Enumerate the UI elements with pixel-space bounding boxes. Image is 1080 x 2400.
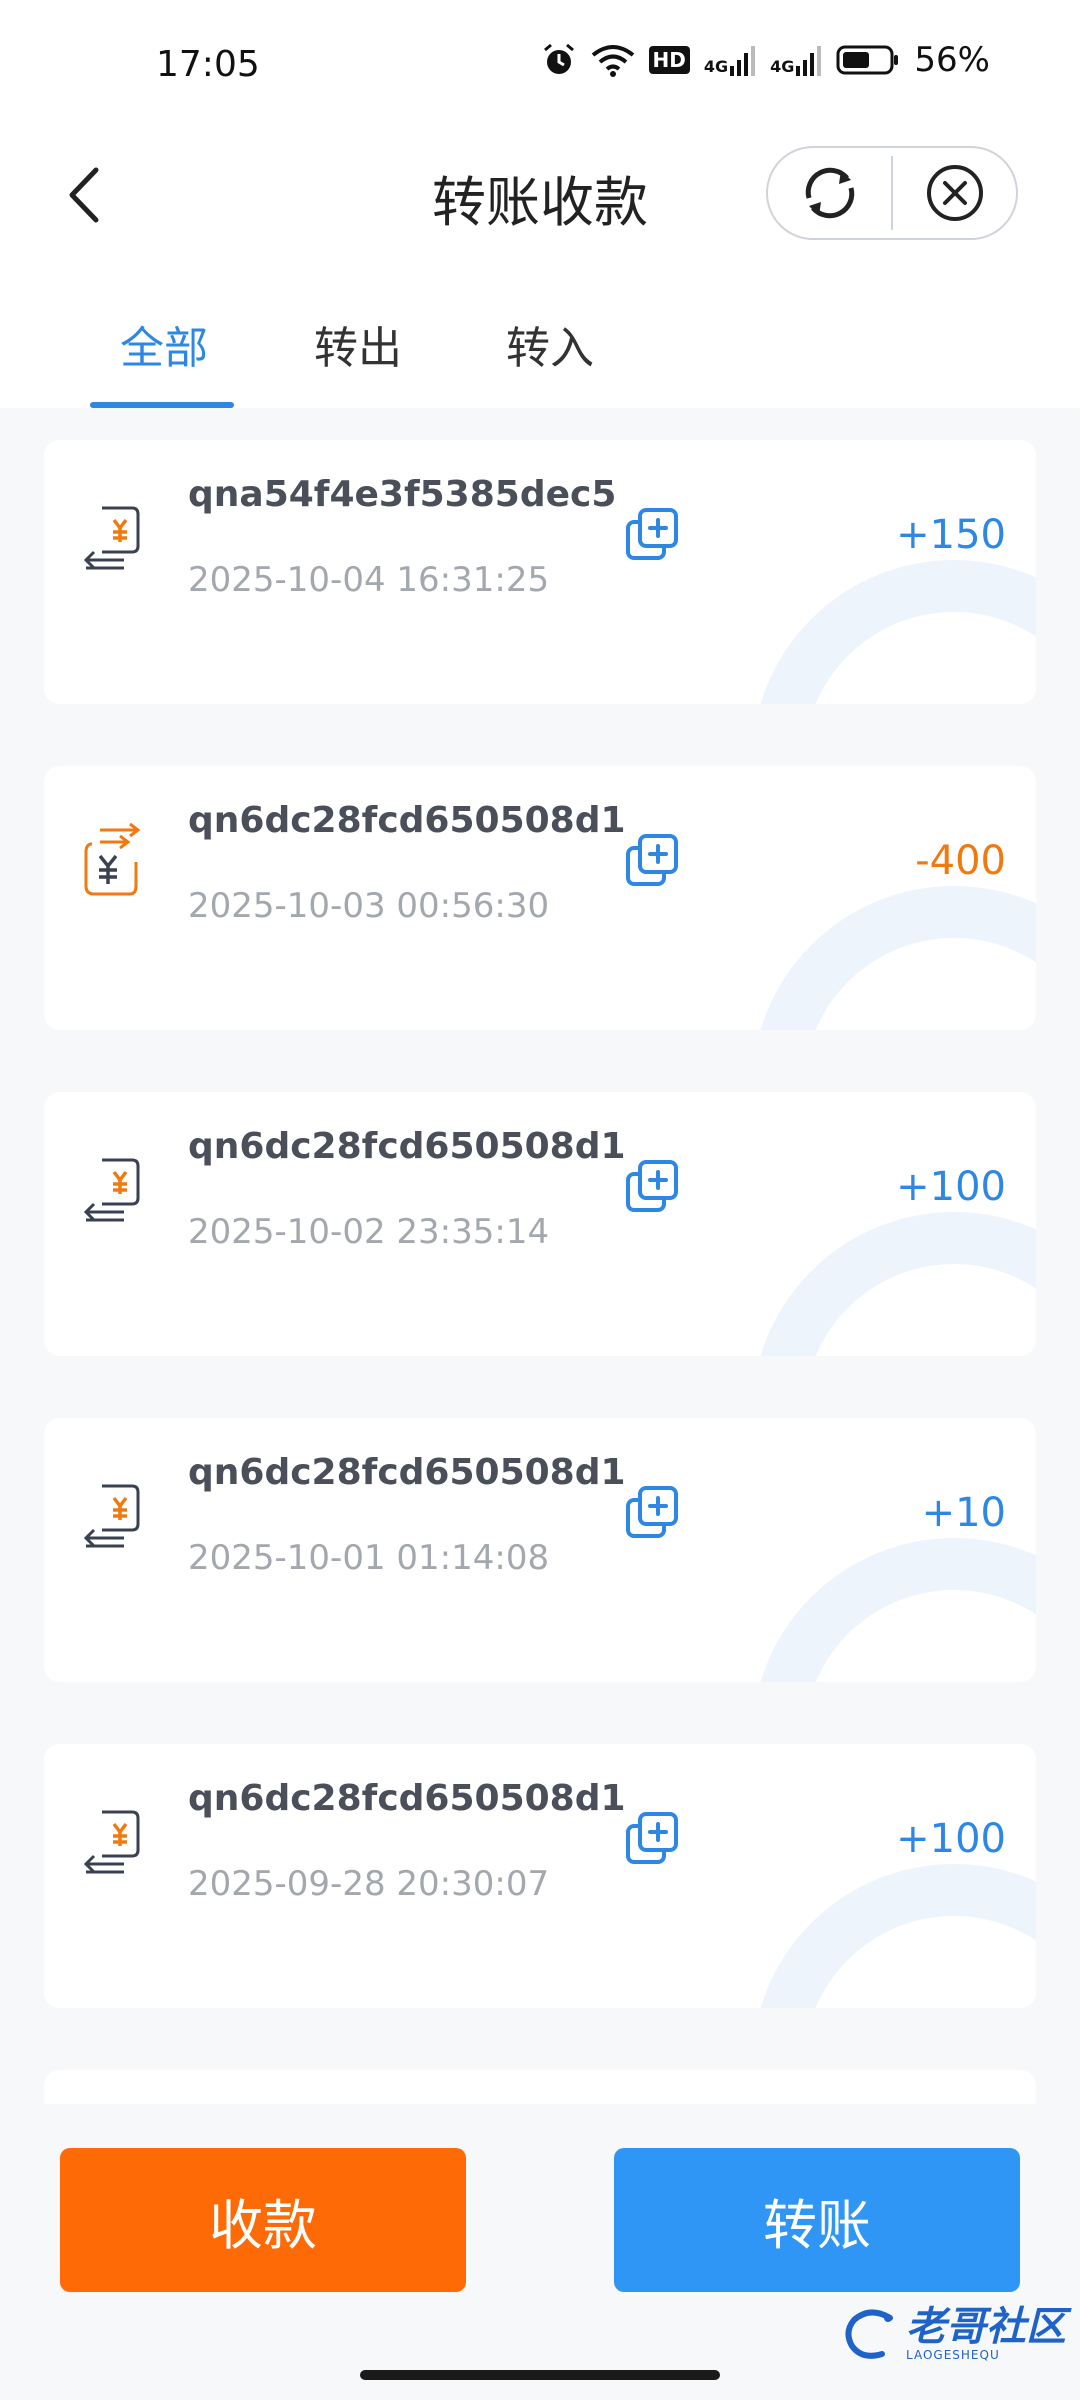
network-type-label: 4G [703,57,729,76]
transfer-button[interactable]: 转账 [614,2148,1020,2292]
refresh-icon [805,167,854,219]
wifi-icon [591,45,634,77]
transaction-amount: +100 [896,1164,1006,1210]
transaction-list[interactable]: qna54f4e3f5385dec5 2025-10-04 16:31:25 +… [0,408,1080,2104]
mini-program-capsule [766,146,1018,240]
card-decoration [752,560,1036,704]
receive-button[interactable]: 收款 [60,2148,466,2292]
refresh-button[interactable] [768,148,891,238]
transfer-out-icon [84,822,141,896]
signal-4g-icon-2: 4G [770,44,822,76]
close-button[interactable] [893,148,1016,238]
transaction-amount: -400 [915,838,1006,884]
transfer-in-icon [83,1158,140,1222]
copy-icon[interactable] [624,1158,682,1216]
transaction-date: 2025-10-03 00:56:30 [188,886,550,926]
transaction-date: 2025-10-01 01:14:08 [188,1538,550,1578]
battery-percent: 56% [914,40,990,80]
transfer-in-icon [83,1810,140,1874]
watermark-logo: 老哥社区 LAOGESHEQU [842,2306,1066,2362]
watermark-text: 老哥社区 [906,2304,1066,2350]
copy-icon[interactable] [624,1810,682,1868]
watermark-subtext: LAOGESHEQU [906,2348,1000,2362]
transaction-card[interactable]: qna54f4e3f5385dec5 2025-10-04 16:31:25 +… [44,440,1036,704]
hd-icon: HD [648,46,690,74]
signal-4g-icon: 4G [704,44,756,76]
card-decoration [752,1538,1036,1682]
transaction-amount: +10 [921,1490,1006,1536]
transaction-card[interactable]: qn6dc28fcd650508d1 2025-10-03 00:56:30 -… [44,766,1036,1030]
transaction-date: 2025-09-28 20:30:07 [188,1864,550,1904]
tab-all[interactable]: 全部 [120,312,208,376]
status-time: 17:05 [156,44,260,85]
transaction-date: 2025-10-02 23:35:14 [188,1212,550,1252]
card-decoration [752,1212,1036,1356]
transaction-date: 2025-10-04 16:31:25 [188,560,550,600]
battery-icon [836,45,899,75]
transaction-amount: +150 [896,512,1006,558]
transfer-in-icon [83,506,140,570]
card-decoration [752,886,1036,1030]
watermark-text-group: 老哥社区 LAOGESHEQU [906,2307,1066,2361]
transaction-amount: +100 [896,1816,1006,1862]
transaction-id: qn6dc28fcd650508d1 [188,800,626,841]
tab-transfer-out[interactable]: 转出 [314,312,402,376]
tab-transfer-in[interactable]: 转入 [506,312,594,376]
transaction-card[interactable]: qn6dc28fcd650508d1 2025-10-01 01:14:08 +… [44,1418,1036,1682]
transaction-card[interactable]: qn6dc28fcd650508d1 2025-09-28 20:30:07 +… [44,1744,1036,2008]
copy-icon[interactable] [624,1484,682,1542]
transaction-id: qn6dc28fcd650508d1 [188,1778,626,1819]
transaction-id: qn6dc28fcd650508d1 [188,1452,626,1493]
transaction-id: qn6dc28fcd650508d1 [188,1126,626,1167]
alarm-icon [543,43,574,74]
transaction-id: qna54f4e3f5385dec5 [188,474,617,515]
copy-icon[interactable] [624,506,682,564]
close-circle-icon [926,165,983,221]
card-decoration [752,1864,1036,2008]
home-indicator[interactable] [360,2370,720,2380]
status-icons: HD 4G 4G 56% [541,40,990,80]
transaction-card-partial[interactable] [44,2070,1036,2104]
transaction-card[interactable]: qn6dc28fcd650508d1 2025-10-02 23:35:14 +… [44,1092,1036,1356]
copy-icon[interactable] [624,832,682,890]
dragon-logo-icon [845,2309,893,2359]
network-type-label: 4G [770,57,795,76]
transfer-in-icon [83,1484,140,1548]
